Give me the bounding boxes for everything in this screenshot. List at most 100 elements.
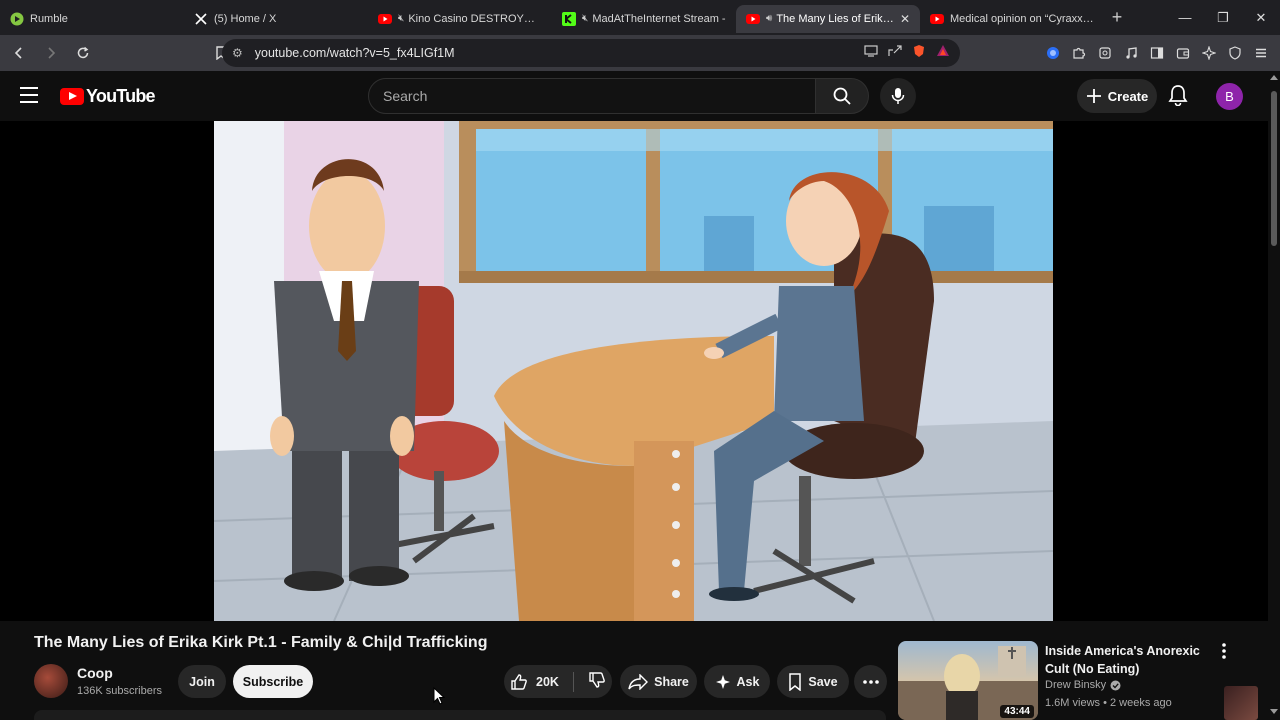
bookmark-save-icon xyxy=(789,672,802,691)
vpn-icon[interactable] xyxy=(1042,40,1064,66)
ask-label: Ask xyxy=(736,674,760,689)
new-tab-button[interactable]: + xyxy=(1104,7,1130,28)
search-input[interactable]: Search xyxy=(368,78,816,114)
recommended-title[interactable]: Inside America's Anorexic Cult (No Eatin… xyxy=(1045,642,1215,678)
youtube-favicon-icon xyxy=(746,12,760,26)
youtube-logo[interactable]: YouTube xyxy=(60,86,156,107)
subscriber-count: 136K subscribers xyxy=(77,685,162,697)
minimize-button[interactable]: — xyxy=(1166,0,1204,35)
screenshot-icon[interactable] xyxy=(1094,40,1116,66)
recommended-meta: 1.6M views • 2 weeks ago xyxy=(1045,697,1172,709)
page-scrollbar[interactable] xyxy=(1268,71,1280,720)
tab-title: Rumble xyxy=(30,12,68,25)
subscribe-button[interactable]: Subscribe xyxy=(233,665,313,698)
sidebar-icon[interactable] xyxy=(1146,40,1168,66)
scrollbar-thumb[interactable] xyxy=(1271,91,1277,246)
share-page-icon[interactable] xyxy=(888,44,902,63)
speaker-icon[interactable]: 🔊︎ xyxy=(766,13,772,24)
subscribe-label: Subscribe xyxy=(242,674,304,689)
recommended-channel[interactable]: Drew Binsky xyxy=(1045,679,1121,691)
vpn-shield-icon[interactable] xyxy=(1224,40,1246,66)
brave-rewards-icon[interactable] xyxy=(936,44,950,63)
browser-toolbar: ⚙︎ youtube.com/watch?v=5_fx4LIGf1M xyxy=(0,35,1280,71)
window-controls: — ❐ ✕ xyxy=(1166,0,1280,35)
tab-kino-casino[interactable]: 🔇︎ Kino Casino DESTROYS DSP xyxy=(368,5,552,33)
divider xyxy=(572,671,574,692)
close-window-button[interactable]: ✕ xyxy=(1242,0,1280,35)
scroll-down-arrow-icon[interactable] xyxy=(1270,709,1278,714)
notifications-bell-icon[interactable] xyxy=(1168,84,1188,111)
tab-x-home[interactable]: (5) Home / X xyxy=(184,5,368,33)
scroll-up-arrow-icon[interactable] xyxy=(1270,75,1278,80)
sparkle-icon xyxy=(715,674,730,689)
tab-madattheinternet[interactable]: 🔇︎ MadAtTheInternet Stream - xyxy=(552,5,736,33)
verified-check-icon xyxy=(1110,680,1121,690)
more-vertical-icon[interactable] xyxy=(1222,643,1226,664)
share-label: Share xyxy=(654,674,689,689)
more-actions-button[interactable] xyxy=(854,665,887,698)
site-settings-icon[interactable]: ⚙︎ xyxy=(232,46,243,60)
join-label: Join xyxy=(189,674,215,689)
tab-many-lies[interactable]: 🔊︎ The Many Lies of Erika K ✕ xyxy=(736,4,920,33)
channel-avatar[interactable] xyxy=(34,664,68,698)
channel-name[interactable]: Coop xyxy=(77,665,113,681)
tab-title: The Many Lies of Erika K xyxy=(776,12,894,25)
forward-button[interactable] xyxy=(38,40,64,66)
video-player[interactable] xyxy=(0,121,1268,720)
speaker-muted-icon[interactable]: 🔇︎ xyxy=(398,13,404,24)
url-text: youtube.com/watch?v=5_fx4LIGf1M xyxy=(254,46,455,60)
tab-title: MadAtTheInternet Stream - xyxy=(592,12,726,25)
video-title: The Many Lies of Erika Kirk Pt.1 - Famil… xyxy=(34,634,488,651)
like-button[interactable]: 20K xyxy=(510,673,559,691)
back-button[interactable] xyxy=(6,40,32,66)
like-dislike-group: 20K xyxy=(504,665,612,698)
microphone-icon xyxy=(891,88,905,104)
reload-button[interactable] xyxy=(70,40,96,66)
search-button[interactable] xyxy=(815,78,869,114)
share-arrow-icon xyxy=(628,673,649,690)
extensions-bar xyxy=(1042,40,1272,66)
more-horizontal-icon xyxy=(862,679,879,684)
voice-search-button[interactable] xyxy=(880,78,916,114)
close-tab-icon[interactable]: ✕ xyxy=(900,12,910,26)
cast-icon[interactable] xyxy=(864,44,878,63)
join-button[interactable]: Join xyxy=(178,665,226,698)
description-box-edge[interactable] xyxy=(34,710,886,720)
leo-ai-icon[interactable] xyxy=(1198,40,1220,66)
thumbs-up-icon xyxy=(511,673,527,690)
browser-tab-strip: Rumble (5) Home / X 🔇︎ Kino Casino DESTR… xyxy=(0,0,1280,35)
thumbs-down-icon xyxy=(589,672,605,688)
x-logo-icon xyxy=(194,12,208,26)
youtube-favicon-icon xyxy=(378,12,392,26)
tab-title: Kino Casino DESTROYS DSP xyxy=(408,12,542,25)
hamburger-menu-icon[interactable] xyxy=(20,87,38,108)
ask-button[interactable]: Ask xyxy=(704,665,770,698)
media-music-icon[interactable] xyxy=(1120,40,1142,66)
youtube-play-icon xyxy=(60,88,84,105)
account-avatar[interactable]: B xyxy=(1216,83,1243,110)
save-label: Save xyxy=(808,674,838,689)
overlay-channel-thumbnail[interactable] xyxy=(1224,686,1258,720)
video-frame-cartoon-office[interactable] xyxy=(214,121,1053,621)
wallet-icon[interactable] xyxy=(1172,40,1194,66)
brave-shields-icon[interactable] xyxy=(912,44,926,63)
address-bar[interactable]: ⚙︎ youtube.com/watch?v=5_fx4LIGf1M xyxy=(222,39,960,67)
speaker-muted-icon[interactable]: 🔇︎ xyxy=(582,13,588,24)
youtube-header: YouTube Search Create B xyxy=(0,71,1268,121)
save-button[interactable]: Save xyxy=(777,665,849,698)
recommended-thumbnail[interactable]: 43:44 xyxy=(898,641,1038,720)
share-button[interactable]: Share xyxy=(620,665,697,698)
tab-medical-opinion[interactable]: Medical opinion on “Cyraxx”’s m xyxy=(920,5,1104,33)
extensions-puzzle-icon[interactable] xyxy=(1068,40,1090,66)
rumble-icon xyxy=(10,12,24,26)
dislike-button[interactable] xyxy=(588,671,606,692)
mouse-cursor-icon xyxy=(433,687,445,705)
restore-button[interactable]: ❐ xyxy=(1204,0,1242,35)
menu-icon[interactable] xyxy=(1250,40,1272,66)
create-button[interactable]: Create xyxy=(1077,79,1157,113)
logo-text: YouTube xyxy=(86,86,156,106)
search-icon xyxy=(833,87,851,105)
video-duration: 43:44 xyxy=(1000,705,1034,718)
tab-rumble[interactable]: Rumble xyxy=(0,5,184,33)
tab-title: (5) Home / X xyxy=(214,12,277,25)
